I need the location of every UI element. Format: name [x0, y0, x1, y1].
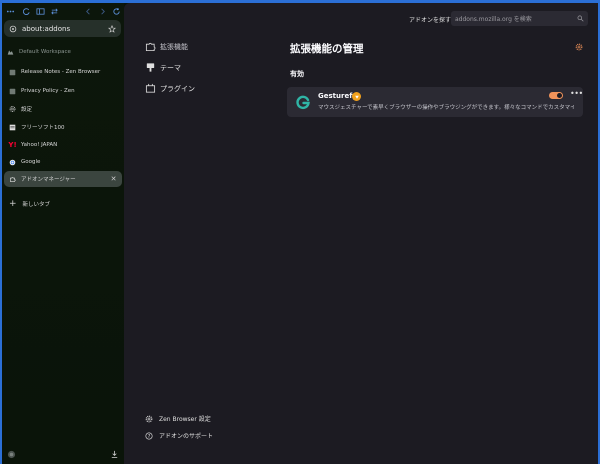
tools-gear-icon[interactable]	[575, 43, 583, 51]
category-label: プラグイン	[160, 84, 195, 93]
bookmark-star-icon[interactable]	[108, 24, 116, 33]
gear-icon	[9, 106, 16, 113]
sidebar-toolbar	[2, 5, 124, 19]
extension-description: マウスジェスチャーで素早くブラウザーの操作やブラウジングができます。様々なコマン…	[318, 105, 574, 111]
menu-dots-icon[interactable]	[4, 5, 16, 17]
gesturefy-logo-icon	[296, 95, 310, 110]
tab-settings[interactable]: 設定	[4, 101, 122, 117]
back-icon[interactable]	[82, 5, 94, 17]
workspace-label: Default Workspace	[19, 49, 71, 55]
tab-label: Privacy Policy - Zen	[21, 88, 75, 94]
recommended-badge-icon	[352, 92, 361, 101]
addons-manager-page: アドオンを探す addons.mozilla.org を検索 拡張機能 テーマ …	[124, 3, 598, 464]
tab-close-icon[interactable]: ✕	[110, 175, 117, 183]
settings-link-label: Zen Browser 設定	[159, 416, 211, 423]
puzzle-icon	[145, 41, 156, 52]
yahoo-favicon-icon: Y!	[8, 141, 17, 149]
category-plugins[interactable]: プラグイン	[145, 83, 195, 94]
tab-addons-manager[interactable]: アドオンマネージャー ✕	[4, 171, 122, 187]
tab-privacy-policy[interactable]: Privacy Policy - Zen	[4, 83, 122, 99]
tab-label: アドオンマネージャー	[21, 177, 76, 183]
reload-history-icon[interactable]	[20, 5, 32, 17]
help-icon: ?	[145, 431, 153, 440]
new-tab-button[interactable]: + 新しいタブ	[9, 199, 50, 209]
workspace-icon	[7, 49, 14, 56]
downloads-icon[interactable]	[110, 450, 119, 459]
addons-support-link[interactable]: ? アドオンのサポート	[145, 431, 213, 440]
search-placeholder[interactable]: addons.mozilla.org を検索	[455, 14, 577, 23]
support-link-label: アドオンのサポート	[159, 433, 214, 440]
swap-icon[interactable]	[48, 5, 60, 17]
page-favicon-icon	[9, 124, 16, 131]
tab-label: Google	[21, 159, 41, 165]
toggle-knob	[557, 93, 562, 98]
category-themes[interactable]: テーマ	[145, 62, 181, 73]
extension-name[interactable]: Gesturefy	[318, 92, 357, 100]
tab-label: Yahoo! JAPAN	[21, 142, 58, 148]
more-options-icon[interactable]: •••	[570, 89, 583, 98]
workspace-indicator[interactable]: Default Workspace	[7, 47, 71, 57]
category-label: テーマ	[160, 63, 181, 72]
brush-icon	[145, 62, 156, 73]
google-favicon-icon	[9, 159, 16, 166]
category-label: 拡張機能	[160, 42, 188, 51]
zen-favicon-icon	[9, 69, 16, 76]
tab-google[interactable]: Google	[4, 154, 122, 170]
reload-icon[interactable]	[110, 5, 122, 17]
addons-search-input[interactable]: addons.mozilla.org を検索	[451, 11, 588, 26]
sidebar-toggle-icon[interactable]	[34, 5, 46, 17]
zen-favicon-icon	[9, 88, 16, 95]
category-extensions[interactable]: 拡張機能	[145, 41, 188, 52]
workspace-globe-icon[interactable]	[7, 450, 16, 459]
site-info-icon[interactable]	[9, 25, 17, 33]
extension-card[interactable]: Gesturefy マウスジェスチャーで素早くブラウザーの操作やブラウジングがで…	[287, 87, 583, 117]
extension-enable-toggle[interactable]	[549, 92, 563, 99]
search-icon	[577, 15, 584, 22]
url-bar[interactable]: about:addons	[4, 20, 121, 37]
tab-label: 設定	[21, 107, 33, 113]
forward-icon[interactable]	[96, 5, 108, 17]
page-title: 拡張機能の管理	[290, 43, 364, 55]
tab-label: フリーソフト100	[21, 125, 65, 131]
url-text[interactable]: about:addons	[22, 25, 108, 33]
plus-icon: +	[9, 198, 17, 209]
gear-icon	[145, 415, 153, 423]
sidebar: about:addons Default Workspace Release N…	[2, 3, 124, 464]
new-tab-label: 新しいタブ	[22, 202, 51, 208]
tab-freesoft100[interactable]: フリーソフト100	[4, 119, 122, 135]
plugin-icon	[145, 83, 156, 94]
zen-settings-link[interactable]: Zen Browser 設定	[145, 414, 211, 423]
find-addons-label: アドオンを探す	[409, 17, 452, 24]
tab-label: Release Notes - Zen Browser	[21, 69, 101, 75]
puzzle-icon	[9, 176, 16, 183]
tab-release-notes[interactable]: Release Notes - Zen Browser	[4, 64, 122, 80]
enabled-section-heading: 有効	[290, 70, 304, 78]
tab-yahoo-japan[interactable]: Y! Yahoo! JAPAN	[4, 137, 122, 153]
